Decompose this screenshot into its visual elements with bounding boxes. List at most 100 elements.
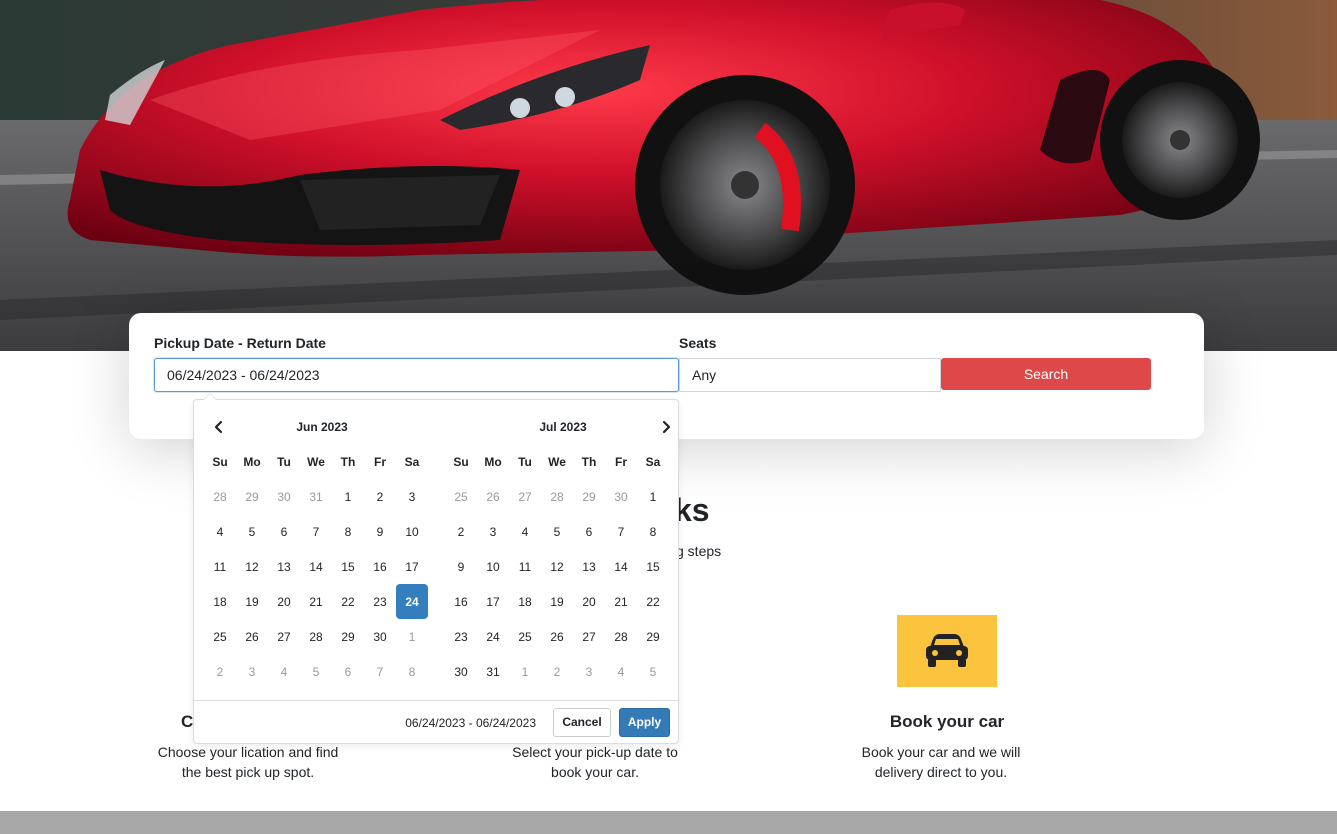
calendar-day[interactable]: 29: [637, 619, 669, 654]
calendar-day[interactable]: 7: [364, 654, 396, 689]
calendar-day[interactable]: 5: [236, 514, 268, 549]
calendar-day[interactable]: 12: [236, 549, 268, 584]
calendar-day[interactable]: 3: [236, 654, 268, 689]
next-month-button[interactable]: [653, 416, 679, 438]
calendar-day[interactable]: 24: [477, 619, 509, 654]
calendar-day[interactable]: 21: [300, 584, 332, 619]
calendar-day[interactable]: 29: [236, 479, 268, 514]
calendar-day[interactable]: 7: [605, 514, 637, 549]
calendar-day[interactable]: 5: [541, 514, 573, 549]
calendar-day[interactable]: 17: [396, 549, 428, 584]
calendar-day[interactable]: 8: [637, 514, 669, 549]
calendar-day[interactable]: 4: [509, 514, 541, 549]
calendar-day[interactable]: 5: [300, 654, 332, 689]
day-grid: Su Mo Tu We Th Fr Sa 28 29 30 31 1 2 3 4 5 6 7 8 9 10 11 12 13 1…: [204, 444, 440, 689]
calendar-day[interactable]: 1: [637, 479, 669, 514]
calendar-day[interactable]: 23: [364, 584, 396, 619]
cancel-button[interactable]: Cancel: [553, 708, 611, 737]
calendar-day[interactable]: 3: [477, 514, 509, 549]
calendar-day[interactable]: 6: [573, 514, 605, 549]
calendar-day[interactable]: 2: [364, 479, 396, 514]
calendar-day[interactable]: 2: [204, 654, 236, 689]
calendar-day[interactable]: 22: [637, 584, 669, 619]
calendar-day[interactable]: 23: [445, 619, 477, 654]
calendar-day[interactable]: 25: [204, 619, 236, 654]
date-range-input[interactable]: 06/24/2023 - 06/24/2023: [154, 358, 679, 392]
calendar-day[interactable]: 18: [204, 584, 236, 619]
calendar-day[interactable]: 31: [477, 654, 509, 689]
calendar-day[interactable]: 28: [204, 479, 236, 514]
calendar-day[interactable]: 30: [268, 479, 300, 514]
calendar-day[interactable]: 28: [541, 479, 573, 514]
calendar-day[interactable]: 27: [509, 479, 541, 514]
calendar-day[interactable]: 16: [364, 549, 396, 584]
calendar-day[interactable]: 27: [268, 619, 300, 654]
calendar-day[interactable]: 13: [573, 549, 605, 584]
weekday-header: Fr: [615, 454, 627, 469]
search-button[interactable]: Search: [941, 358, 1151, 390]
calendar-day[interactable]: 4: [204, 514, 236, 549]
calendar-day[interactable]: 4: [268, 654, 300, 689]
sports-car-illustration: [0, 0, 1337, 351]
calendar-day[interactable]: 31: [300, 479, 332, 514]
calendar-day[interactable]: 26: [236, 619, 268, 654]
weekday-header: Th: [340, 454, 356, 469]
calendar-day[interactable]: 15: [637, 549, 669, 584]
book-car-icon-box: [897, 615, 997, 687]
calendar-day[interactable]: 25: [445, 479, 477, 514]
calendar-day[interactable]: 19: [236, 584, 268, 619]
calendar-day[interactable]: 26: [541, 619, 573, 654]
calendar-day[interactable]: 4: [605, 654, 637, 689]
apply-button[interactable]: Apply: [619, 708, 670, 737]
calendar-day[interactable]: 17: [477, 584, 509, 619]
weekday-header: Th: [581, 454, 597, 469]
calendar-day[interactable]: 2: [541, 654, 573, 689]
calendar-day[interactable]: 29: [332, 619, 364, 654]
step-title-choose: C: [181, 712, 194, 731]
calendar-day[interactable]: 1: [396, 619, 428, 654]
seats-input[interactable]: Any: [679, 358, 941, 392]
calendar-day[interactable]: 11: [509, 549, 541, 584]
calendar-day[interactable]: 30: [605, 479, 637, 514]
calendar-day[interactable]: 26: [477, 479, 509, 514]
calendar-day[interactable]: 30: [445, 654, 477, 689]
calendar-day[interactable]: 6: [268, 514, 300, 549]
calendar-day[interactable]: 6: [332, 654, 364, 689]
calendar-day[interactable]: 9: [364, 514, 396, 549]
calendar-day[interactable]: 16: [445, 584, 477, 619]
calendar-day[interactable]: 27: [573, 619, 605, 654]
calendar-day[interactable]: 3: [396, 479, 428, 514]
calendar-day[interactable]: 21: [605, 584, 637, 619]
calendar-day[interactable]: 20: [268, 584, 300, 619]
calendar-day[interactable]: 25: [509, 619, 541, 654]
calendar-day[interactable]: 11: [204, 549, 236, 584]
calendar-day[interactable]: 1: [509, 654, 541, 689]
calendar-day[interactable]: 28: [605, 619, 637, 654]
calendar-day[interactable]: 7: [300, 514, 332, 549]
calendar-day[interactable]: 8: [332, 514, 364, 549]
car-icon: [926, 634, 968, 667]
calendar-day[interactable]: 20: [573, 584, 605, 619]
calendar-day[interactable]: 19: [541, 584, 573, 619]
calendar-day[interactable]: 15: [332, 549, 364, 584]
calendar-day[interactable]: 18: [509, 584, 541, 619]
step-desc-book-2: delivery direct to you.: [874, 764, 1008, 780]
calendar-day[interactable]: 9: [445, 549, 477, 584]
calendar-day[interactable]: 13: [268, 549, 300, 584]
calendar-day[interactable]: 10: [396, 514, 428, 549]
calendar-day[interactable]: 2: [445, 514, 477, 549]
calendar-day[interactable]: 1: [332, 479, 364, 514]
calendar-day[interactable]: 29: [573, 479, 605, 514]
calendar-day[interactable]: 3: [573, 654, 605, 689]
calendar-day[interactable]: 12: [541, 549, 573, 584]
calendar-day[interactable]: 14: [605, 549, 637, 584]
calendar-day[interactable]: 8: [396, 654, 428, 689]
calendar-day[interactable]: 14: [300, 549, 332, 584]
calendar-day[interactable]: 30: [364, 619, 396, 654]
calendar-day[interactable]: 22: [332, 584, 364, 619]
step-desc-choose-1: Choose your lication and find: [157, 744, 339, 760]
calendar-day[interactable]: 28: [300, 619, 332, 654]
calendar-day-selected[interactable]: 24: [396, 584, 428, 619]
calendar-day[interactable]: 10: [477, 549, 509, 584]
calendar-day[interactable]: 5: [637, 654, 669, 689]
